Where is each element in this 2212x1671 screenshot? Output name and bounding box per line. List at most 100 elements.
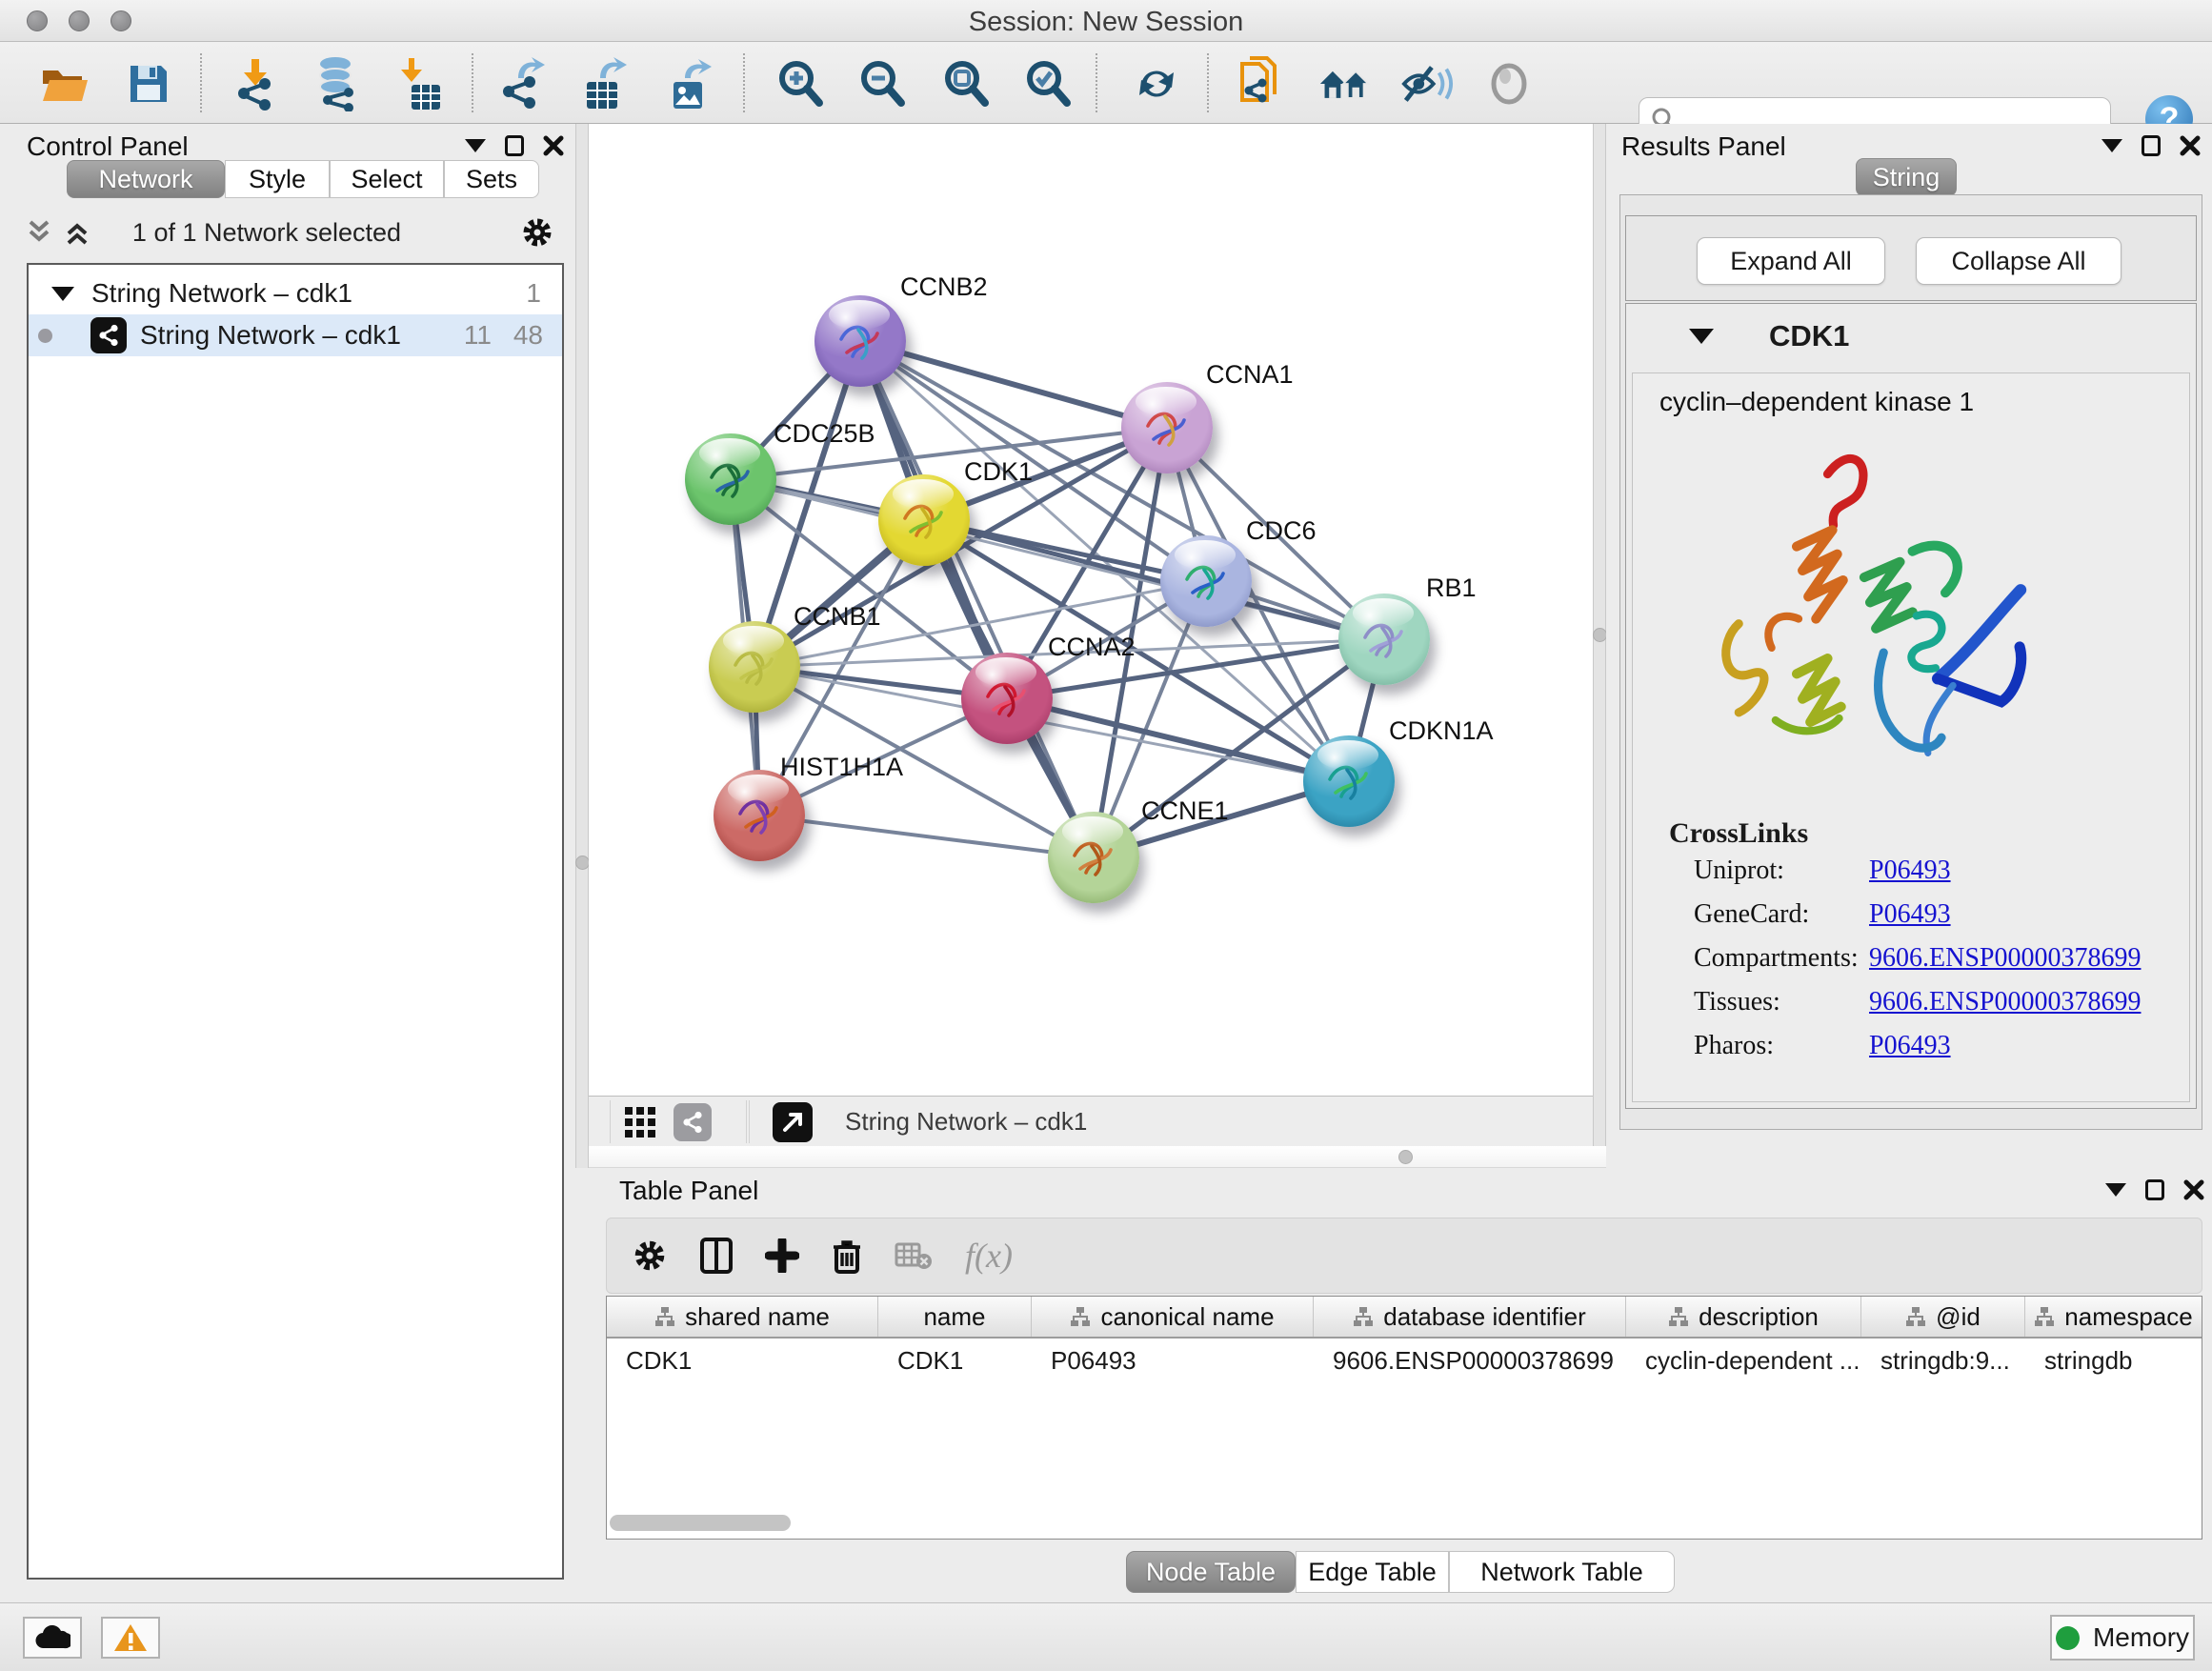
zoom-selected-button[interactable]: [1021, 59, 1075, 109]
cloud-status-button[interactable]: [23, 1617, 82, 1659]
open-in-new-window-icon[interactable]: [773, 1102, 813, 1142]
table-horizontal-scrollbar[interactable]: [610, 1515, 791, 1531]
network-row[interactable]: String Network – cdk1 11 48: [29, 314, 562, 356]
export-image-button[interactable]: [665, 59, 718, 109]
network-node-ccnb2[interactable]: [814, 295, 906, 387]
zoom-fit-button[interactable]: [939, 59, 993, 109]
import-network-from-database-button[interactable]: [312, 59, 365, 109]
clone-network-button[interactable]: [1235, 59, 1288, 109]
network-node-rb1[interactable]: [1338, 594, 1430, 685]
table-row[interactable]: CDK1CDK1P064939606.ENSP00000378699cyclin…: [607, 1339, 2202, 1380]
network-node-cdc25b[interactable]: [685, 433, 776, 525]
import-network-button[interactable]: [231, 59, 285, 109]
warnings-button[interactable]: [101, 1617, 160, 1659]
column-header-shared-name[interactable]: shared name: [607, 1297, 878, 1337]
table-cell[interactable]: CDK1: [607, 1339, 878, 1380]
network-canvas[interactable]: CCNB2CCNA1CDC25BCDK1CDC6RB1CCNB1CCNA2CDK…: [589, 124, 1593, 1096]
column-header--id[interactable]: @id: [1861, 1297, 2025, 1337]
tab-string[interactable]: String: [1856, 158, 1957, 196]
tab-network-table[interactable]: Network Table: [1449, 1551, 1675, 1593]
network-node-cdkn1a[interactable]: [1303, 735, 1395, 827]
save-session-button[interactable]: [122, 59, 175, 109]
open-session-button[interactable]: [38, 59, 91, 109]
crosslink-link[interactable]: P06493: [1869, 899, 1951, 930]
panel-close-icon[interactable]: [2183, 1179, 2204, 1200]
network-view-icon[interactable]: [674, 1103, 712, 1141]
network-node-ccna1[interactable]: [1121, 382, 1213, 473]
tab-select[interactable]: Select: [330, 160, 444, 198]
hide-selected-button[interactable]: [1400, 59, 1454, 109]
panel-close-icon[interactable]: [2180, 135, 2201, 156]
refresh-layout-button[interactable]: [1130, 59, 1183, 109]
network-collection-row[interactable]: String Network – cdk1 1: [29, 272, 562, 314]
network-node-ccna2[interactable]: [961, 653, 1053, 744]
collapse-all-button[interactable]: Collapse All: [1916, 237, 2122, 285]
node-table[interactable]: shared name namecanonical namedatabase id…: [606, 1296, 2202, 1540]
panel-float-icon[interactable]: [2145, 1179, 2164, 1200]
memory-button[interactable]: Memory: [2050, 1615, 2195, 1661]
network-edge[interactable]: [759, 815, 1094, 857]
export-network-button[interactable]: [498, 59, 552, 109]
column-type-icon: [1668, 1306, 1689, 1327]
panel-float-icon[interactable]: [2142, 135, 2161, 156]
panel-close-icon[interactable]: [543, 135, 564, 156]
network-node-cdk1[interactable]: [878, 474, 970, 566]
crosslink-link[interactable]: 9606.ENSP00000378699: [1869, 943, 2141, 974]
column-header-description[interactable]: description: [1626, 1297, 1861, 1337]
export-table-button[interactable]: [580, 59, 633, 109]
panel-collapse-icon[interactable]: [465, 139, 486, 152]
network-node-ccnb1[interactable]: [709, 621, 800, 713]
zoom-out-button[interactable]: [855, 59, 909, 109]
splitter-handle[interactable]: [1593, 628, 1607, 642]
column-header-label: shared name: [685, 1302, 830, 1332]
crosslink-label: GeneCard:: [1694, 899, 1809, 929]
zoom-in-button[interactable]: [774, 59, 827, 109]
preview-button[interactable]: [1482, 59, 1536, 109]
right-pane-splitter[interactable]: [1593, 124, 1606, 1168]
table-cell[interactable]: 9606.ENSP00000378699: [1314, 1339, 1626, 1380]
column-header-namespace[interactable]: namespace: [2025, 1297, 2202, 1337]
expand-all-button[interactable]: Expand All: [1697, 237, 1885, 285]
add-row-icon[interactable]: [765, 1238, 799, 1273]
section-title: CDK1: [1769, 319, 1849, 353]
panel-float-icon[interactable]: [505, 135, 524, 156]
crosslink-link[interactable]: P06493: [1869, 1031, 1951, 1061]
splitter-handle[interactable]: [1398, 1150, 1413, 1164]
tab-node-table[interactable]: Node Table: [1126, 1551, 1296, 1593]
tab-style[interactable]: Style: [225, 160, 330, 198]
crosslink-link[interactable]: P06493: [1869, 856, 1951, 886]
table-cell[interactable]: stringdb: [2025, 1339, 2202, 1380]
column-type-icon: [2034, 1306, 2055, 1327]
cdk1-section-header[interactable]: CDK1: [1626, 304, 2196, 372]
network-collection-label: String Network – cdk1: [91, 278, 352, 309]
home-button[interactable]: [1318, 59, 1372, 109]
grid-view-icon[interactable]: [624, 1106, 656, 1138]
table-cell[interactable]: P06493: [1032, 1339, 1314, 1380]
left-pane-splitter[interactable]: [575, 124, 589, 1168]
gear-icon[interactable]: [520, 215, 554, 250]
protein-thumbnail-icon: [1303, 735, 1395, 827]
tree-expand-icon[interactable]: [51, 287, 74, 301]
column-header-database-identifier[interactable]: database identifier: [1314, 1297, 1626, 1337]
tab-edge-table[interactable]: Edge Table: [1296, 1551, 1449, 1593]
import-table-button[interactable]: [395, 59, 449, 109]
table-cell[interactable]: cyclin-dependent ...: [1626, 1339, 1861, 1380]
crosslink-link[interactable]: 9606.ENSP00000378699: [1869, 987, 2141, 1017]
table-cell[interactable]: CDK1: [878, 1339, 1032, 1380]
column-header-canonical-name[interactable]: canonical name: [1032, 1297, 1314, 1337]
network-node-cdc6[interactable]: [1160, 535, 1252, 627]
network-node-hist1h1a[interactable]: [714, 770, 805, 861]
tab-network[interactable]: Network: [67, 160, 225, 198]
panel-collapse-icon[interactable]: [2101, 139, 2122, 152]
protein-thumbnail-icon: [709, 621, 800, 713]
column-header-name[interactable]: name: [878, 1297, 1032, 1337]
panel-collapse-icon[interactable]: [2105, 1183, 2126, 1197]
splitter-handle[interactable]: [575, 856, 590, 870]
gear-icon[interactable]: [632, 1238, 668, 1274]
section-collapse-icon[interactable]: [1689, 329, 1714, 344]
delete-icon[interactable]: [832, 1238, 862, 1274]
table-cell[interactable]: stringdb:9...: [1861, 1339, 2025, 1380]
add-column-icon[interactable]: [700, 1238, 733, 1274]
tab-sets[interactable]: Sets: [444, 160, 539, 198]
network-node-ccne1[interactable]: [1048, 812, 1139, 903]
